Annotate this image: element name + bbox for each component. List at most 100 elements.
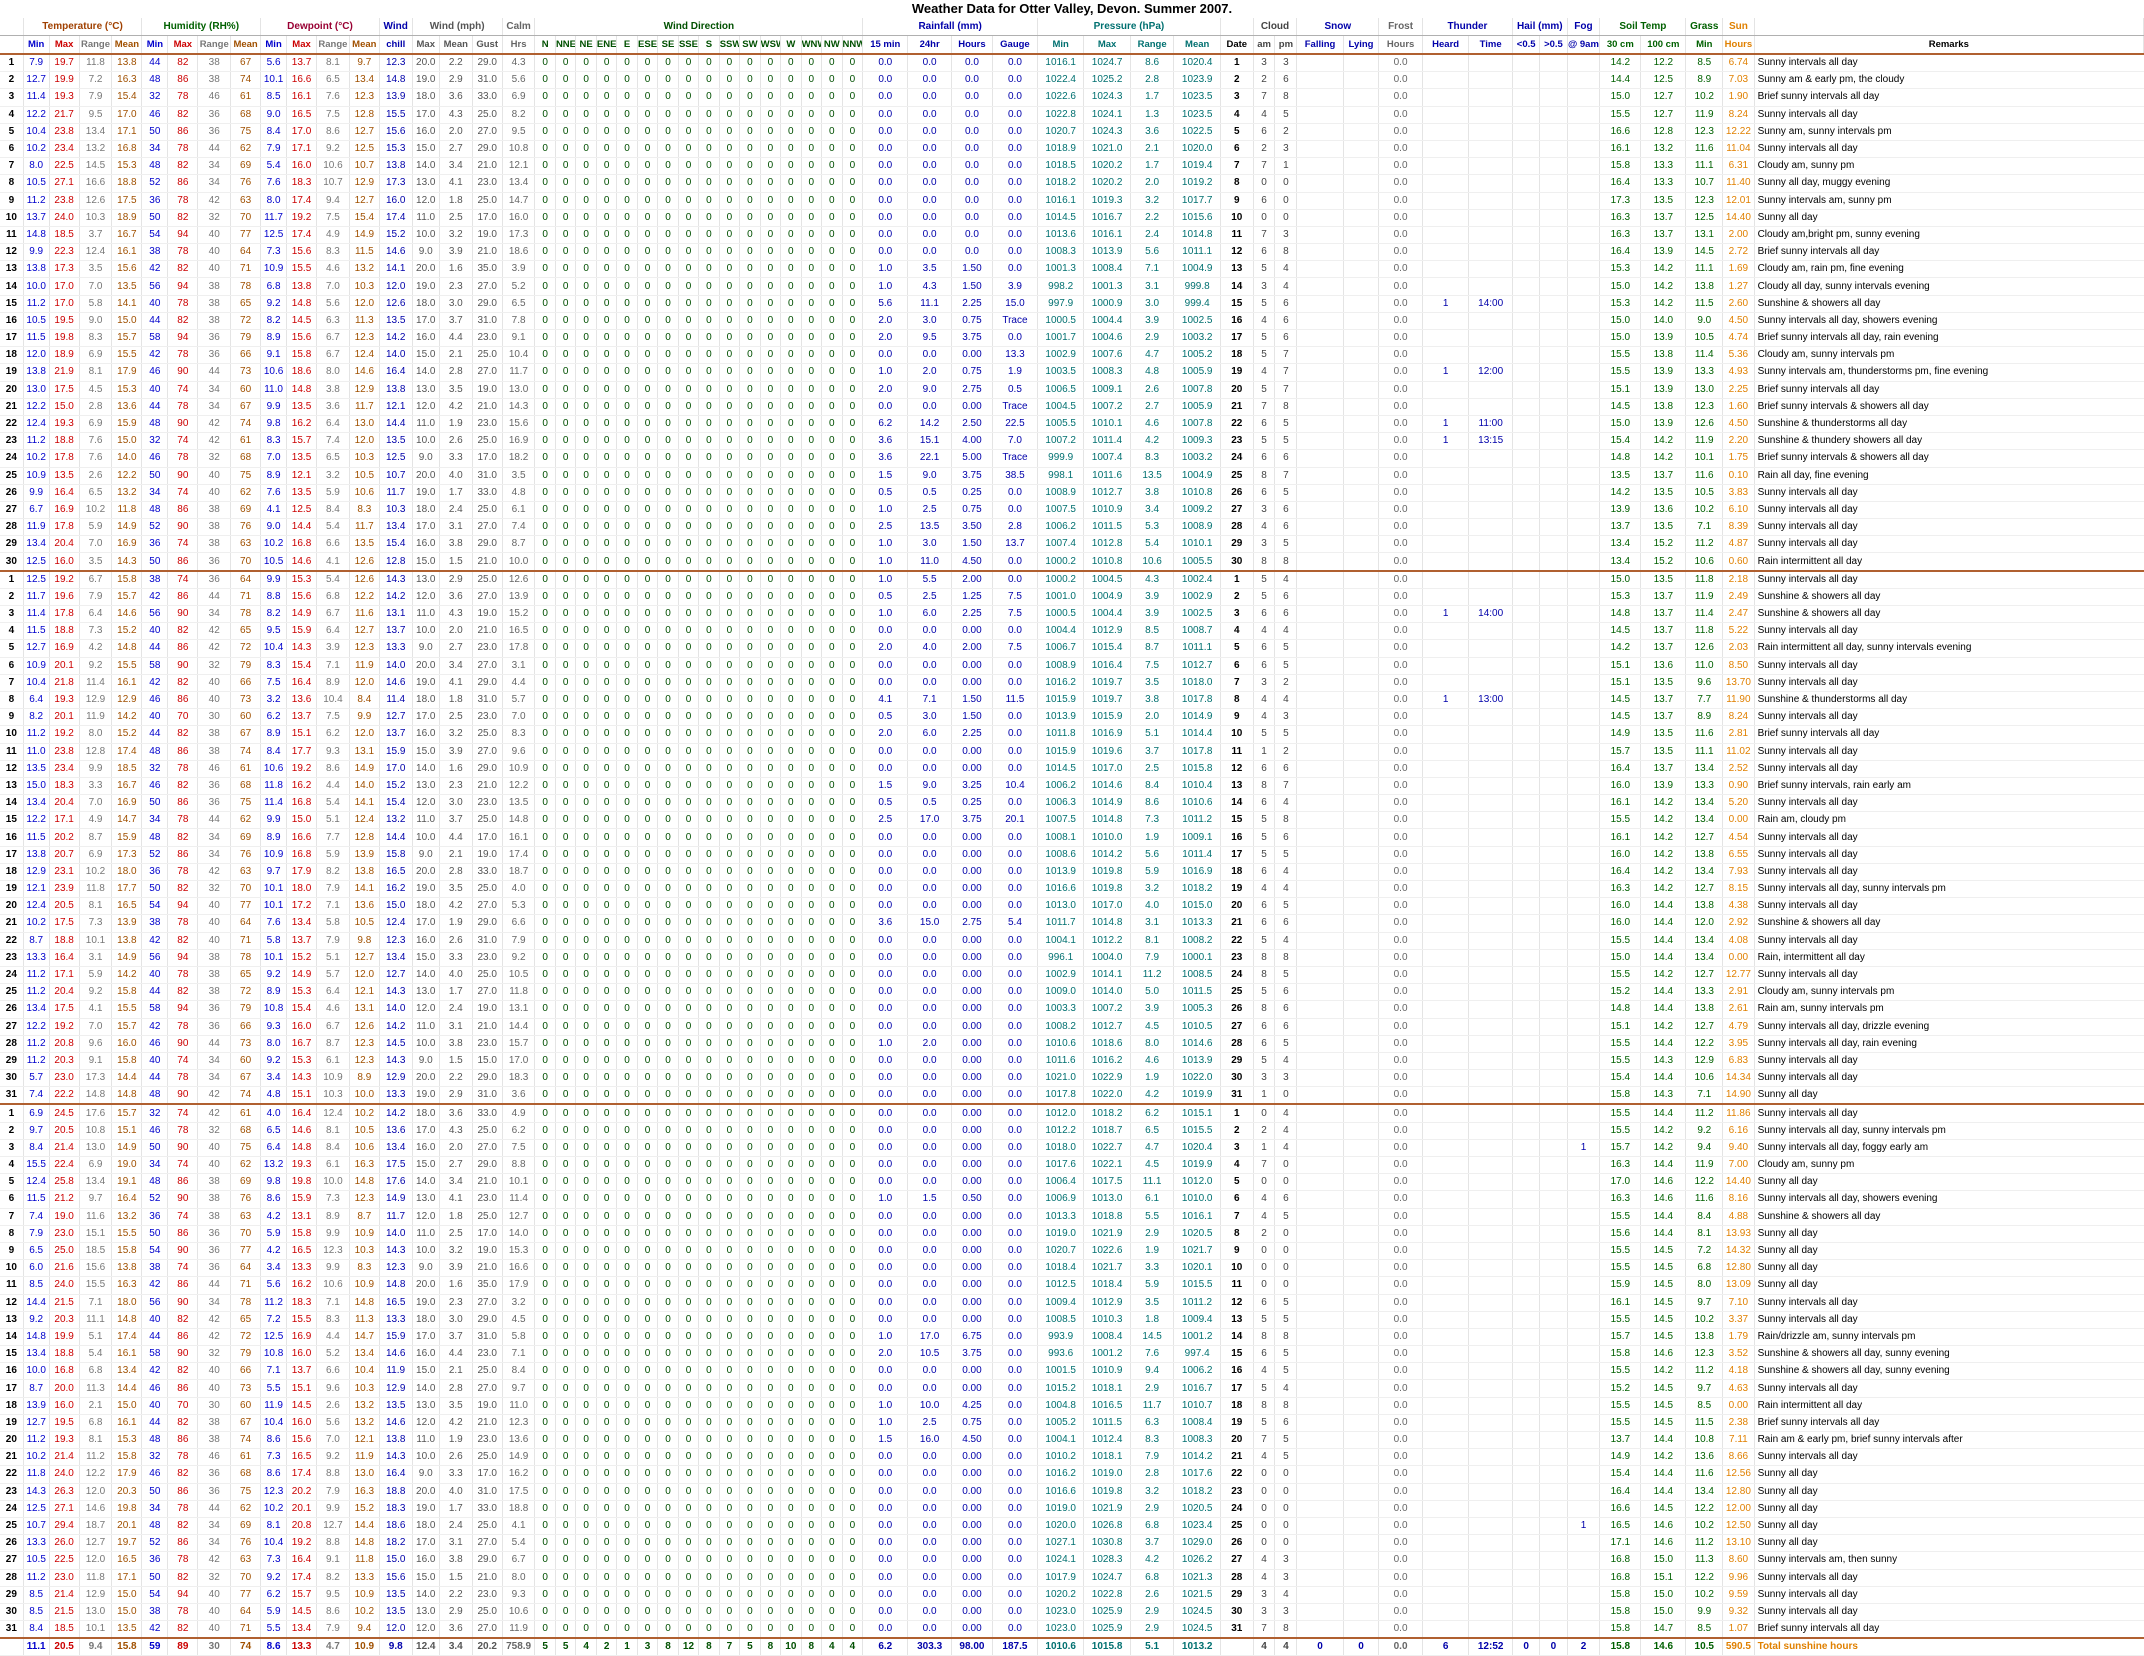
data-cell	[1296, 639, 1344, 658]
data-cell: 0	[760, 777, 782, 796]
data-cell: 0	[596, 415, 618, 434]
data-cell: 1018.2	[1083, 1103, 1131, 1123]
data-cell: 0	[575, 260, 597, 279]
data-cell: 0	[575, 363, 597, 382]
data-cell	[1343, 1069, 1380, 1088]
data-cell: 0	[801, 622, 823, 641]
data-cell	[1343, 1190, 1380, 1209]
data-cell: 1020.2	[1083, 157, 1131, 176]
data-cell: 1.3	[1130, 106, 1175, 124]
data-cell: 0	[821, 983, 843, 1002]
date-cell: 24	[0, 966, 24, 985]
data-cell: 0.0	[1378, 174, 1423, 193]
data-cell: 0	[780, 381, 802, 399]
data-cell	[1567, 71, 1601, 90]
data-cell: 0	[555, 260, 577, 279]
data-cell: 0	[780, 846, 802, 864]
data-cell: 0	[801, 1448, 823, 1467]
data-cell	[1567, 811, 1601, 830]
data-cell: 0.0	[951, 53, 993, 73]
data-cell: 4	[1274, 569, 1298, 589]
data-cell: 0	[719, 760, 741, 778]
data-cell: 21.0	[472, 622, 503, 641]
data-cell: 1020.4	[1173, 53, 1221, 73]
data-cell: 62	[230, 811, 262, 830]
data-cell: 70	[230, 209, 262, 227]
data-cell: 7.6	[316, 88, 350, 107]
data-cell: 0	[616, 106, 638, 124]
data-cell: 0.0	[907, 1311, 952, 1329]
data-cell: 5	[1274, 846, 1298, 864]
data-cell: 15.2	[286, 949, 318, 967]
data-cell: 14.2	[1640, 432, 1687, 451]
data-cell: 4.2	[439, 398, 473, 416]
data-cell: 16.3	[1599, 880, 1642, 899]
data-cell: 13.7	[286, 53, 318, 73]
remarks-cell: Sunshine & thunderstorms all day	[1754, 691, 2144, 710]
data-cell	[1296, 760, 1344, 778]
data-cell: 15.4	[286, 657, 318, 675]
data-cell: 0.0	[907, 346, 952, 365]
data-cell: 14.2	[379, 588, 413, 607]
remarks-cell: Sunshine & showers all day, sunny evenin…	[1754, 1362, 2144, 1381]
data-cell: 0	[842, 966, 864, 985]
data-cell: 11.4	[23, 88, 50, 107]
data-cell: 0.0	[1378, 449, 1423, 468]
data-cell	[1539, 449, 1568, 468]
data-cell: 13.8	[379, 1431, 413, 1450]
data-cell: 0	[575, 123, 597, 141]
data-cell: 0	[534, 1000, 556, 1019]
data-cell: 66	[230, 674, 262, 692]
data-cell: 16.4	[1599, 243, 1642, 262]
data-cell	[1343, 1362, 1380, 1381]
data-cell	[1296, 1259, 1344, 1278]
data-cell: 44	[197, 811, 232, 830]
data-cell: 16.6	[1599, 123, 1642, 141]
data-cell: 2.3	[439, 277, 473, 296]
data-cell: 14.4	[1640, 1225, 1687, 1243]
data-cell	[1567, 743, 1601, 761]
data-cell	[1539, 828, 1568, 847]
data-cell: 24.0	[49, 209, 80, 227]
data-cell: 0	[821, 1035, 843, 1053]
data-cell: 10.2	[1685, 1311, 1724, 1329]
data-cell: 73	[230, 1379, 262, 1398]
data-cell: 9.7	[349, 53, 380, 73]
data-cell: 17.0	[412, 1328, 440, 1347]
data-cell: 44	[197, 1035, 232, 1053]
data-cell: 15.5	[1599, 106, 1642, 124]
data-cell: 0.0	[862, 1000, 909, 1019]
data-cell: 19.0	[412, 880, 440, 899]
date-cell: 3	[0, 1139, 24, 1158]
data-cell: 0.25	[951, 484, 993, 502]
data-cell: 19.1	[111, 1173, 143, 1192]
data-cell: 9.0	[907, 777, 952, 796]
data-cell: 11.9	[1685, 1156, 1724, 1175]
data-cell: 40	[197, 1379, 232, 1398]
data-cell: 12.3	[349, 1190, 380, 1209]
data-cell: 0	[657, 657, 679, 675]
data-cell: 10.7	[379, 467, 413, 485]
data-cell: 0	[780, 1122, 802, 1140]
data-cell: 0	[719, 1465, 741, 1484]
date-cell: 2	[1220, 588, 1254, 607]
data-cell: 0	[739, 588, 761, 607]
data-cell	[1296, 53, 1344, 73]
data-cell: 0.0	[992, 1156, 1038, 1175]
data-cell: 27.0	[472, 123, 503, 141]
data-cell: 0.0	[862, 863, 909, 882]
table-row: 18 12.0 18.9 6.9 15.5 42 78 36 66 9.1 15.8 6.7 12.4 1…	[0, 346, 2144, 365]
data-cell: 0	[596, 1086, 618, 1105]
data-cell: 0	[678, 71, 700, 90]
data-cell: 0	[555, 449, 577, 468]
data-cell: 0.0	[1378, 983, 1423, 1002]
data-cell	[1512, 1362, 1541, 1381]
data-cell: 25.0	[472, 1448, 503, 1467]
data-cell: 4.79	[1722, 1018, 1755, 1036]
data-cell: 0	[801, 1103, 823, 1123]
data-cell: 14.1	[349, 794, 380, 813]
data-cell	[1567, 1311, 1601, 1329]
data-cell: 0	[616, 588, 638, 607]
group-header: Soil Temp	[1599, 18, 1687, 36]
data-cell: 3.2	[439, 725, 473, 744]
